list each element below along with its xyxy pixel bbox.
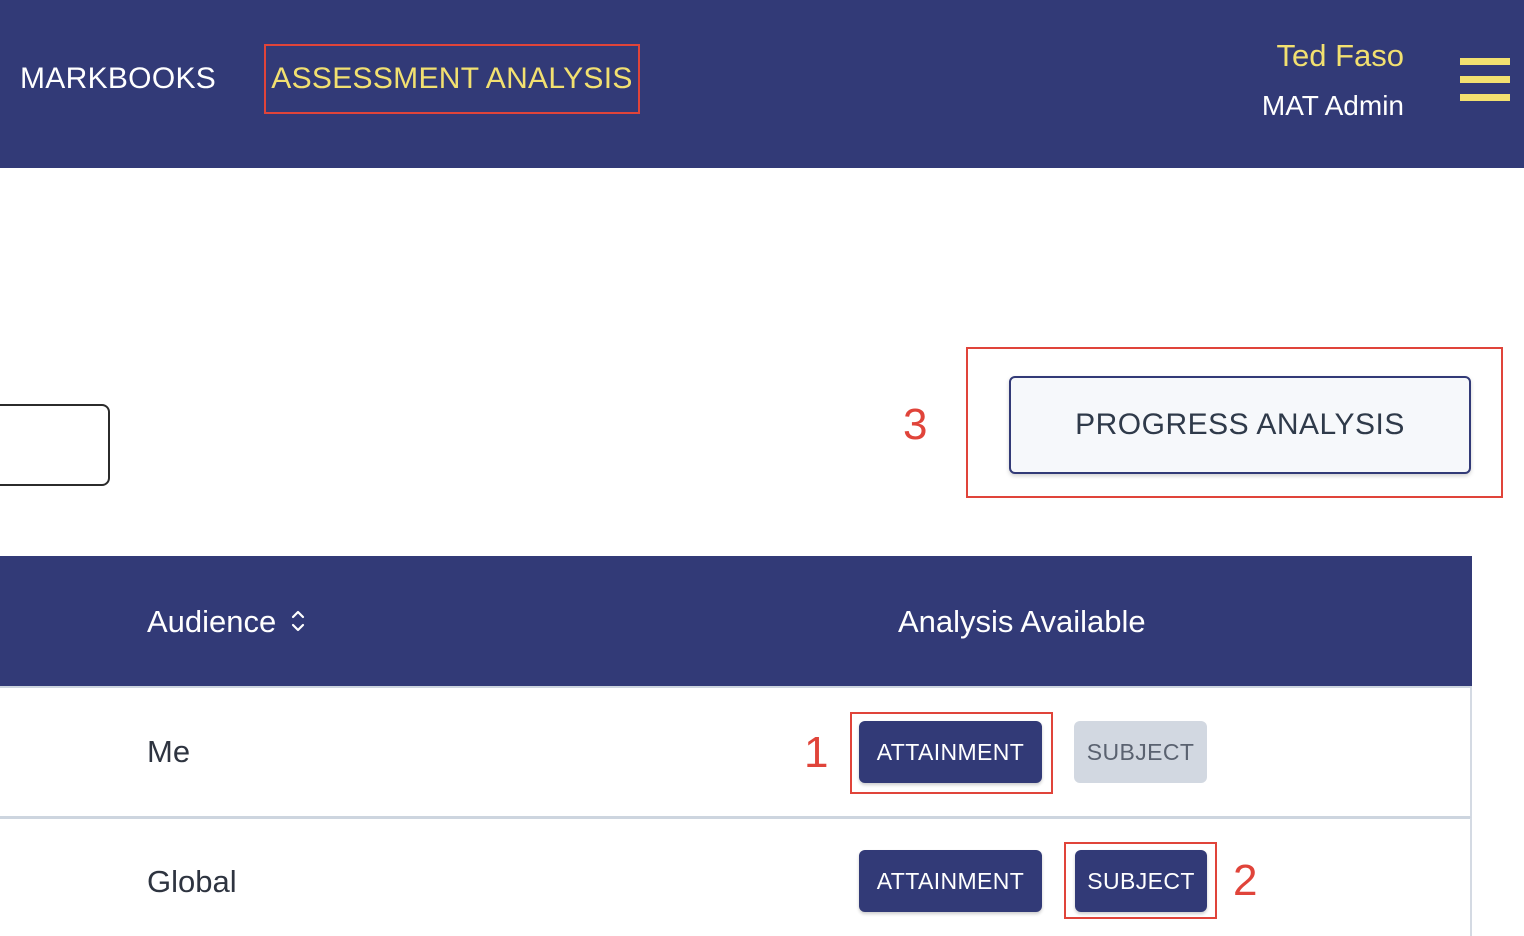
subject-button-disabled: SUBJECT [1074, 721, 1207, 783]
annotation-highlight-1 [850, 712, 1053, 794]
sort-icon [291, 610, 305, 631]
nav-markbooks-link[interactable]: MARKBOOKS [20, 62, 216, 96]
hamburger-menu-icon[interactable] [1458, 58, 1512, 102]
audience-cell: Global [147, 864, 237, 899]
page: MARKBOOKS ASSESSMENT ANALYSIS Ted Faso M… [0, 0, 1524, 936]
annotation-number-2: 2 [1233, 856, 1258, 905]
menu-bar-middle [1460, 76, 1510, 83]
user-role: MAT Admin [1261, 90, 1404, 121]
annotation-number-3: 3 [903, 400, 928, 449]
column-header-audience-label: Audience [147, 604, 277, 639]
progress-analysis-button[interactable]: PROGRESS ANALYSIS [1009, 376, 1471, 474]
table-header: Audience Analysis Available [0, 556, 1472, 686]
audience-cell: Me [147, 734, 191, 769]
menu-bar-top [1460, 58, 1510, 65]
annotation-number-1: 1 [804, 728, 829, 777]
nav-assessment-analysis-link[interactable]: ASSESSMENT ANALYSIS [264, 44, 640, 114]
top-nav-bar: MARKBOOKS ASSESSMENT ANALYSIS Ted Faso M… [0, 0, 1524, 168]
nav-assessment-analysis-label: ASSESSMENT ANALYSIS [271, 62, 633, 95]
column-header-audience[interactable]: Audience [147, 604, 305, 640]
column-header-analysis-available: Analysis Available [898, 604, 1146, 639]
menu-bar-bottom [1460, 94, 1510, 101]
table-row: Me ATTAINMENT SUBJECT [0, 686, 1472, 819]
attainment-button[interactable]: ATTAINMENT [859, 850, 1042, 912]
annotation-highlight-2 [1064, 842, 1217, 919]
user-name[interactable]: Ted Faso [1276, 38, 1404, 74]
filter-input[interactable] [0, 404, 110, 486]
